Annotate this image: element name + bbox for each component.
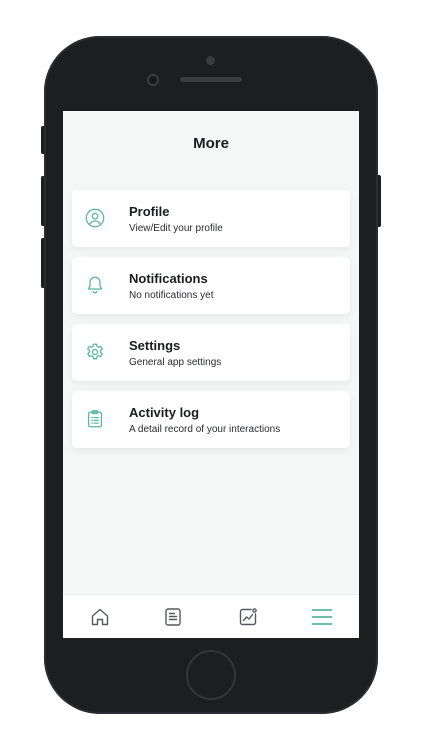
- menu-item-label: Activity log: [129, 405, 200, 420]
- menu-item-label: Profile: [129, 204, 170, 219]
- nav-chart-icon[interactable]: [236, 605, 260, 629]
- nav-home-icon[interactable]: [88, 605, 112, 629]
- menu-item-label: Settings: [129, 338, 181, 353]
- gear-icon: [84, 341, 106, 363]
- earpiece-speaker: [180, 77, 242, 82]
- menu-item-settings[interactable]: Settings General app settings: [72, 324, 350, 381]
- clipboard-list-icon: [84, 408, 106, 430]
- menu-item-subtitle: A detail record of your interactions: [129, 424, 281, 435]
- menu-item-notifications[interactable]: Notifications No notifications yet: [72, 257, 350, 314]
- menu-list: Profile View/Edit your profile Notificat…: [72, 190, 350, 458]
- bell-icon: [84, 274, 106, 296]
- menu-item-subtitle: View/Edit your profile: [129, 223, 223, 234]
- menu-item-profile[interactable]: Profile View/Edit your profile: [72, 190, 350, 247]
- page-title: More: [193, 135, 229, 152]
- app-screen: More Profile View/Edit your profile Noti…: [63, 111, 359, 638]
- menu-item-label: Notifications: [129, 271, 208, 286]
- bottom-nav: [63, 594, 359, 638]
- front-camera: [147, 74, 159, 86]
- menu-item-subtitle: No notifications yet: [129, 290, 214, 301]
- nav-menu-icon[interactable]: [310, 605, 334, 629]
- menu-item-subtitle: General app settings: [129, 357, 222, 368]
- nav-journal-icon[interactable]: [161, 605, 185, 629]
- user-circle-icon: [84, 207, 106, 229]
- proximity-sensor: [206, 56, 215, 65]
- menu-item-activity-log[interactable]: Activity log A detail record of your int…: [72, 391, 350, 448]
- home-button[interactable]: [186, 650, 236, 700]
